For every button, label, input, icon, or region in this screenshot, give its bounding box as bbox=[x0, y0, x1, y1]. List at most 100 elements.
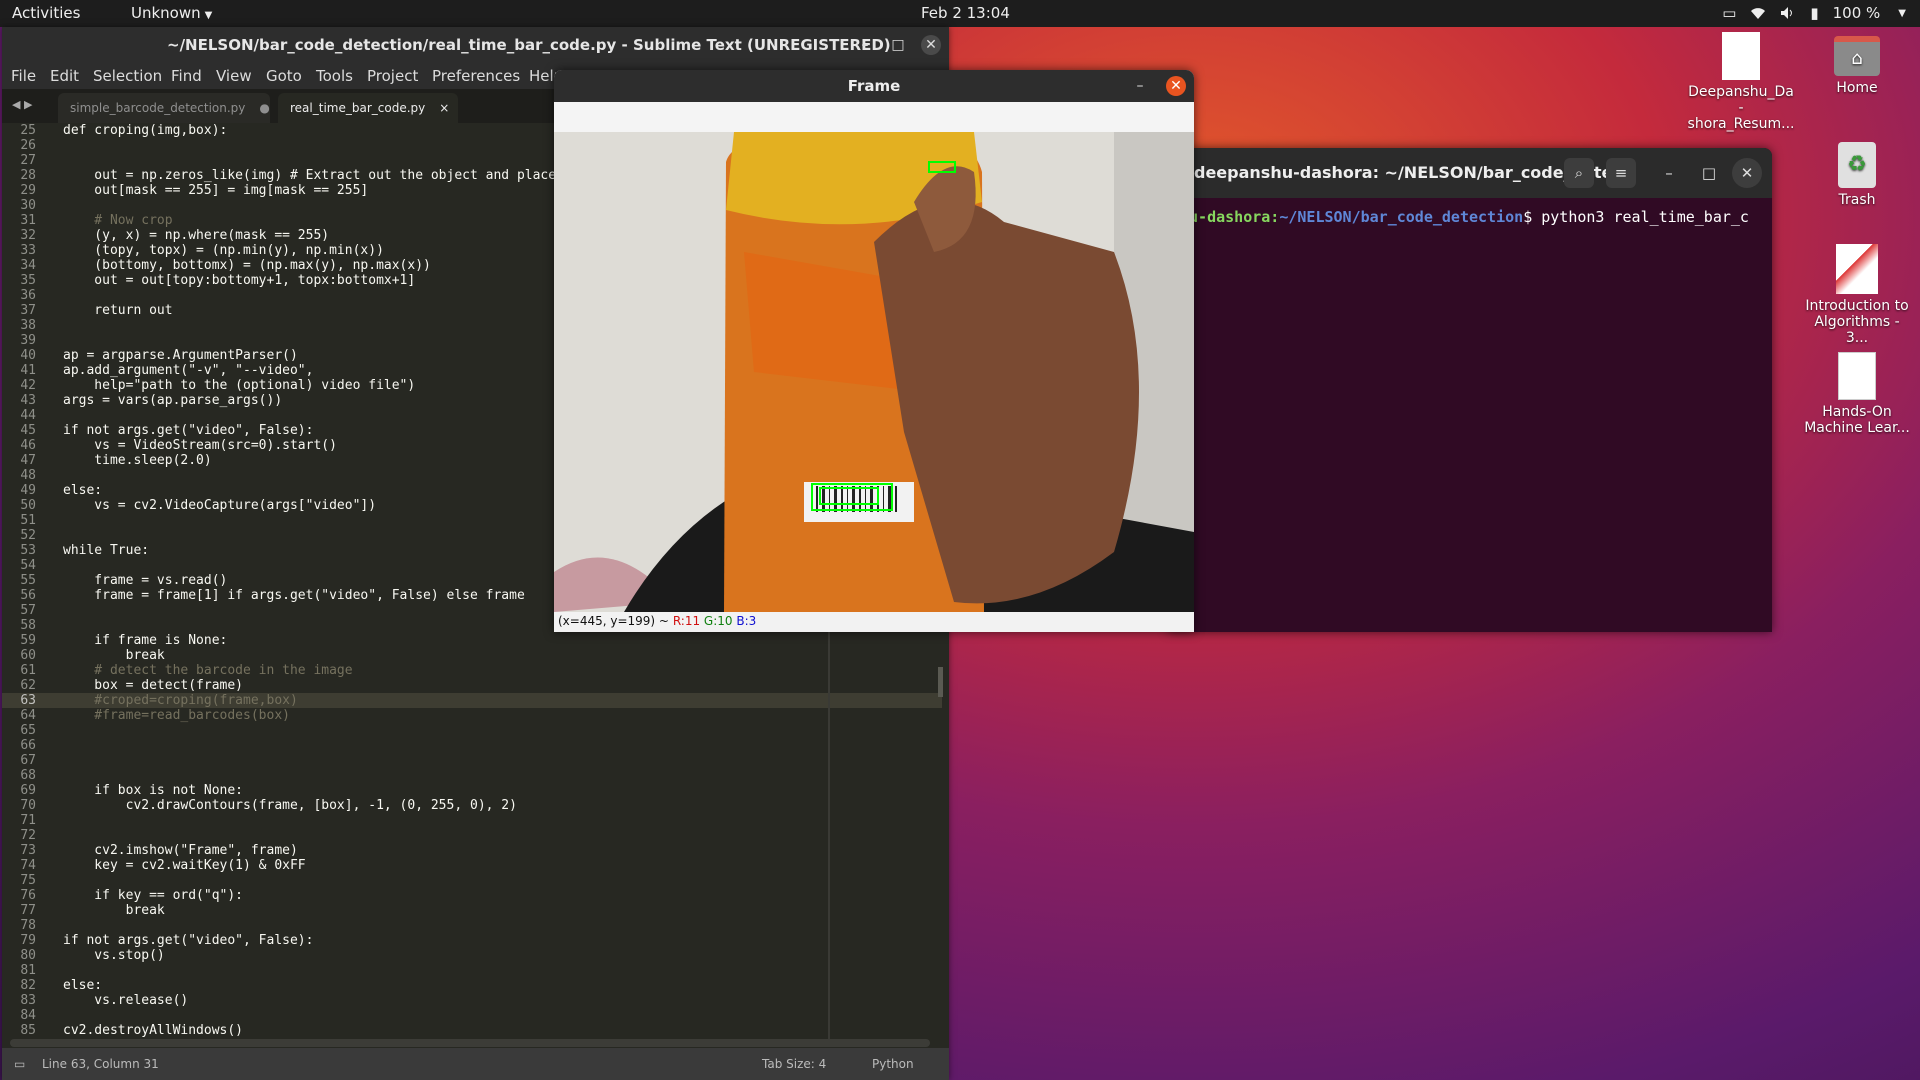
code-text: frame = frame[1] if args.get("video", Fa… bbox=[63, 588, 525, 603]
maximize-button[interactable]: □ bbox=[1694, 158, 1724, 188]
code-line[interactable]: 82 else: bbox=[2, 978, 942, 993]
desktop-icon-resume[interactable]: Deepanshu_Da-shora_Resum... bbox=[1686, 32, 1796, 132]
code-line[interactable]: 84 bbox=[2, 1008, 942, 1023]
line-number: 26 bbox=[20, 138, 36, 153]
system-tray[interactable]: ▭ ▮ 100 % ▼ bbox=[1722, 4, 1906, 22]
menu-project[interactable]: Project bbox=[367, 67, 418, 85]
desktop-icon-home[interactable]: ⌂ Home bbox=[1806, 36, 1908, 96]
close-tab-icon[interactable]: × bbox=[439, 101, 449, 115]
code-line[interactable]: 65 bbox=[2, 723, 942, 738]
menu-goto[interactable]: Goto bbox=[266, 67, 302, 85]
code-line[interactable]: 83 vs.release() bbox=[2, 993, 942, 1008]
code-line[interactable]: 59 if frame is None: bbox=[2, 633, 942, 648]
code-text: key = cv2.waitKey(1) & 0xFF bbox=[63, 858, 306, 873]
code-line[interactable]: 69 if box is not None: bbox=[2, 783, 942, 798]
frame-titlebar[interactable]: Frame – ✕ bbox=[554, 70, 1194, 102]
close-button[interactable]: ✕ bbox=[1166, 76, 1186, 96]
tab-nav-arrows-icon[interactable]: ◀ ▶ bbox=[12, 98, 32, 111]
clock[interactable]: Feb 2 13:04 bbox=[921, 4, 1010, 22]
prompt-symbol: $ bbox=[1523, 208, 1542, 226]
syntax-mode[interactable]: Python bbox=[872, 1057, 914, 1071]
app-menu-label: Unknown bbox=[131, 4, 201, 22]
pixel-info-bar: (x=445, y=199) ~ R:11 G:10 B:3 bbox=[554, 612, 1194, 632]
horizontal-scrollbar[interactable] bbox=[10, 1039, 930, 1047]
line-number: 57 bbox=[20, 603, 36, 618]
code-line[interactable]: 85 cv2.destroyAllWindows() bbox=[2, 1023, 942, 1038]
frame-title: Frame bbox=[847, 77, 901, 95]
line-number: 76 bbox=[20, 888, 36, 903]
menu-tools[interactable]: Tools bbox=[316, 67, 353, 85]
code-line[interactable]: 60 break bbox=[2, 648, 942, 663]
sublime-titlebar[interactable]: ~/NELSON/bar_code_detection/real_time_ba… bbox=[2, 27, 949, 63]
line-number: 35 bbox=[20, 273, 36, 288]
code-text: if frame is None: bbox=[63, 633, 228, 648]
code-line[interactable]: 74 key = cv2.waitKey(1) & 0xFF bbox=[2, 858, 942, 873]
code-line[interactable]: 75 bbox=[2, 873, 942, 888]
code-line[interactable]: 61 # detect the barcode in the image bbox=[2, 663, 942, 678]
minimize-button[interactable]: – bbox=[1130, 76, 1150, 96]
desktop-icon-algorithms-book[interactable]: Introduction to Algorithms - 3... bbox=[1802, 244, 1912, 346]
line-number: 39 bbox=[20, 333, 36, 348]
terminal-window[interactable]: deepanshu-dashora: ~/NELSON/bar_code_det… bbox=[1168, 148, 1772, 632]
close-button[interactable]: ✕ bbox=[921, 35, 941, 55]
menu-view[interactable]: View bbox=[216, 67, 252, 85]
code-text: vs.release() bbox=[63, 993, 189, 1008]
tab-simple-barcode-detection[interactable]: simple_barcode_detection.py ● bbox=[58, 93, 270, 123]
desktop-icon-label: Trash bbox=[1838, 192, 1876, 208]
minimize-button[interactable]: – bbox=[1654, 158, 1684, 188]
terminal-titlebar[interactable]: deepanshu-dashora: ~/NELSON/bar_code_det… bbox=[1168, 148, 1772, 198]
hamburger-menu-icon[interactable]: ≡ bbox=[1606, 158, 1636, 188]
maximize-button[interactable]: □ bbox=[888, 35, 908, 55]
menu-file[interactable]: File bbox=[11, 67, 36, 85]
panel-toggle-icon[interactable]: ▭ bbox=[14, 1057, 25, 1071]
code-line[interactable]: 80 vs.stop() bbox=[2, 948, 942, 963]
tab-label: simple_barcode_detection.py bbox=[70, 101, 246, 115]
terminal-output[interactable]: hu-dashora:~/NELSON/bar_code_detection$ … bbox=[1180, 208, 1770, 226]
line-number: 83 bbox=[20, 993, 36, 1008]
home-folder-icon: ⌂ bbox=[1834, 36, 1880, 76]
activities-button[interactable]: Activities bbox=[12, 4, 80, 22]
code-line[interactable]: 76 if key == ord("q"): bbox=[2, 888, 942, 903]
menu-preferences[interactable]: Preferences bbox=[432, 67, 520, 85]
line-number: 49 bbox=[20, 483, 36, 498]
camera-frame-image[interactable] bbox=[554, 132, 1194, 612]
search-icon[interactable]: ⌕ bbox=[1564, 158, 1594, 188]
line-number: 61 bbox=[20, 663, 36, 678]
code-line[interactable]: 77 break bbox=[2, 903, 942, 918]
desktop-icon-label: Introduction to Algorithms - 3... bbox=[1805, 298, 1909, 346]
code-line[interactable]: 71 bbox=[2, 813, 942, 828]
code-line[interactable]: 64 #frame=read_barcodes(box) bbox=[2, 708, 942, 723]
code-line[interactable]: 70 cv2.drawContours(frame, [box], -1, (0… bbox=[2, 798, 942, 813]
prompt-path: ~/NELSON/bar_code_detection bbox=[1279, 208, 1524, 226]
menu-find[interactable]: Find bbox=[171, 67, 202, 85]
pixel-green: G:10 bbox=[703, 614, 733, 628]
desktop-icon-label: Deepanshu_Da-shora_Resum... bbox=[1687, 84, 1795, 132]
opencv-frame-window[interactable]: Frame – ✕ (x=445, y=199) ~ R:11 G:10 B:3 bbox=[554, 70, 1194, 632]
close-button[interactable]: ✕ bbox=[1732, 158, 1762, 188]
code-text: #frame=read_barcodes(box) bbox=[63, 708, 290, 723]
code-line[interactable]: 72 bbox=[2, 828, 942, 843]
code-text: args = vars(ap.parse_args()) bbox=[63, 393, 283, 408]
line-number: 68 bbox=[20, 768, 36, 783]
minimize-button[interactable]: – bbox=[855, 35, 875, 55]
menu-edit[interactable]: Edit bbox=[50, 67, 79, 85]
code-line[interactable]: 73 cv2.imshow("Frame", frame) bbox=[2, 843, 942, 858]
code-line[interactable]: 68 bbox=[2, 768, 942, 783]
tab-size[interactable]: Tab Size: 4 bbox=[762, 1057, 826, 1071]
line-number: 60 bbox=[20, 648, 36, 663]
code-line[interactable]: 62 box = detect(frame) bbox=[2, 678, 942, 693]
code-line[interactable]: 81 bbox=[2, 963, 942, 978]
desktop-icon-trash[interactable]: ♻ Trash bbox=[1806, 142, 1908, 208]
code-line[interactable]: 66 bbox=[2, 738, 942, 753]
vertical-scrollbar[interactable] bbox=[938, 667, 943, 697]
tab-real-time-bar-code[interactable]: real_time_bar_code.py × bbox=[278, 93, 458, 123]
desktop-icon-ml-book[interactable]: Hands-On Machine Lear... bbox=[1802, 352, 1912, 436]
code-line[interactable]: 63 #croped=croping(frame,box) bbox=[2, 693, 942, 708]
menu-selection[interactable]: Selection bbox=[93, 67, 162, 85]
line-number: 66 bbox=[20, 738, 36, 753]
code-line[interactable]: 79 if not args.get("video", False): bbox=[2, 933, 942, 948]
code-text: # Now crop bbox=[63, 213, 173, 228]
code-line[interactable]: 78 bbox=[2, 918, 942, 933]
app-menu[interactable]: Unknown ▼ bbox=[131, 4, 212, 22]
code-line[interactable]: 67 bbox=[2, 753, 942, 768]
